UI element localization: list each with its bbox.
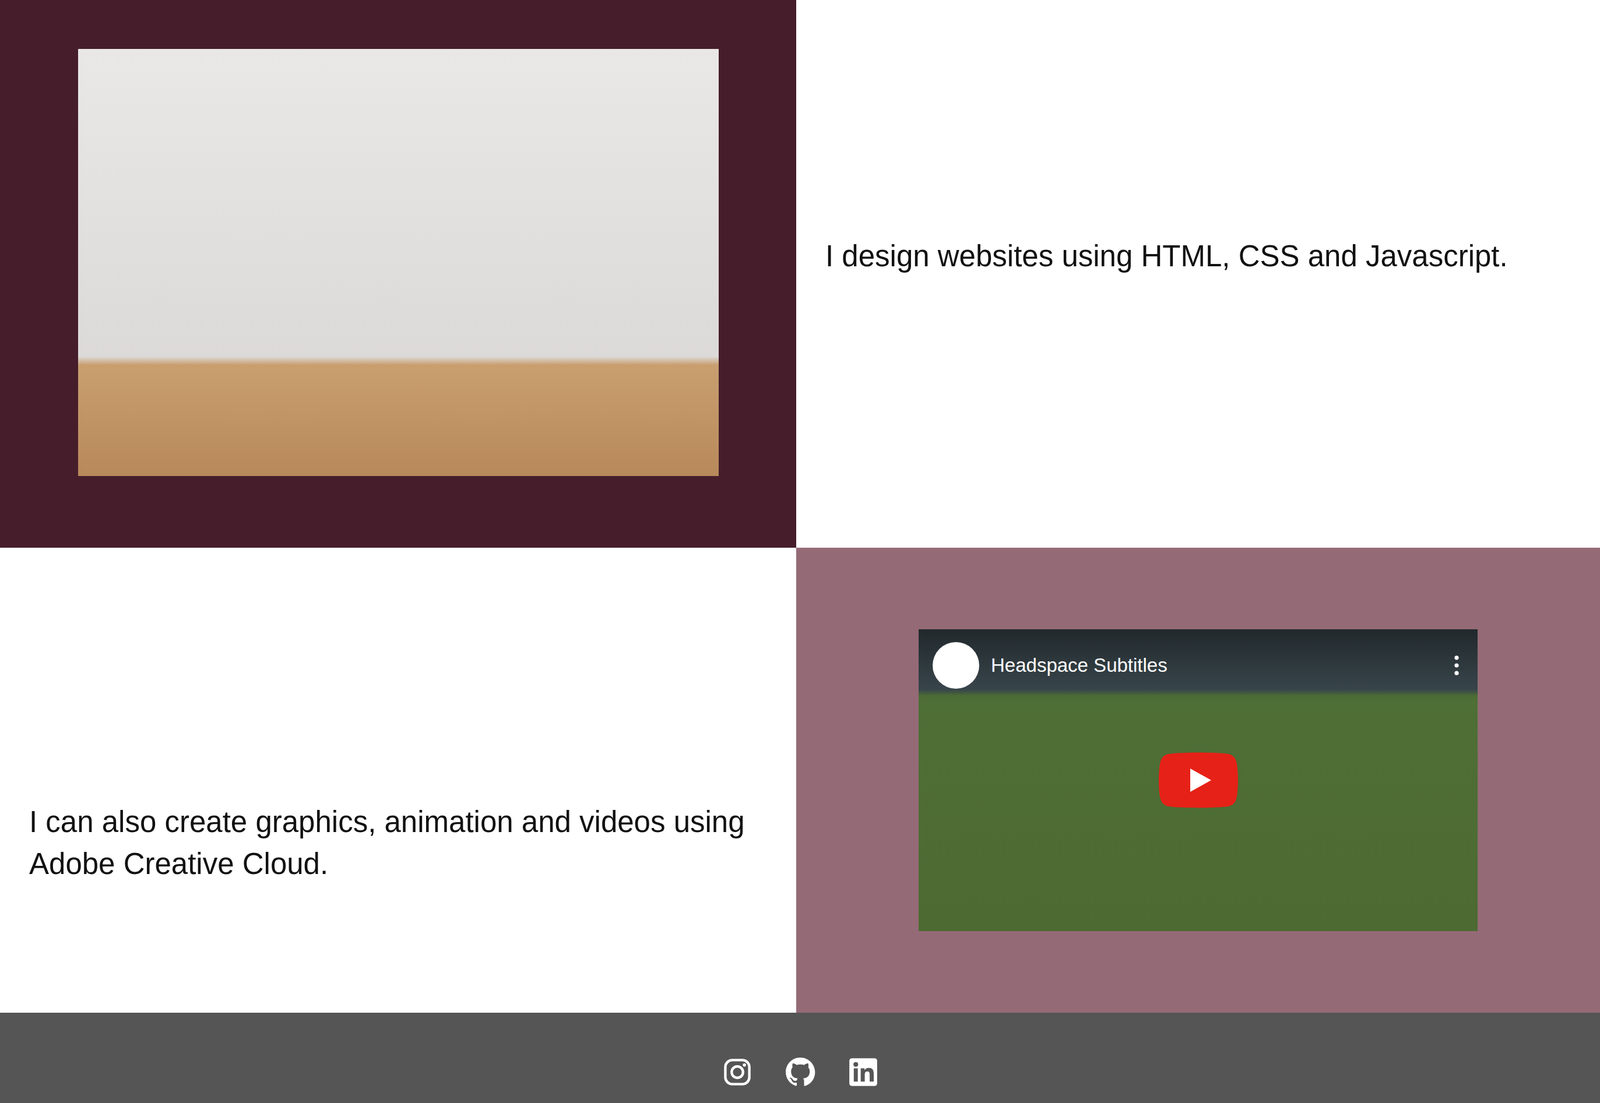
instagram-icon[interactable]	[722, 1057, 753, 1088]
linkedin-icon[interactable]	[848, 1057, 879, 1088]
video-player[interactable]: Headspace Subtitles	[918, 629, 1478, 932]
github-icon[interactable]	[785, 1057, 816, 1088]
web-design-text-panel: I design websites using HTML, CSS and Ja…	[796, 0, 1600, 548]
video-title[interactable]: Headspace Subtitles	[990, 654, 1442, 677]
graphics-text-panel: I can also create graphics, animation an…	[0, 547, 797, 1014]
web-design-section: I design websites using HTML, CSS and Ja…	[0, 0, 1600, 548]
more-menu-icon[interactable]	[1453, 655, 1461, 677]
portfolio-page: I design websites using HTML, CSS and Ja…	[0, 0, 1600, 1103]
video-header: Headspace Subtitles	[918, 629, 1478, 702]
footer	[0, 1013, 1600, 1103]
play-button-icon[interactable]	[1158, 752, 1239, 809]
video-panel: Headspace Subtitles	[796, 547, 1600, 1014]
desk-photo	[78, 48, 719, 477]
web-design-text: I design websites using HTML, CSS and Ja…	[825, 235, 1508, 277]
graphics-text: I can also create graphics, animation an…	[29, 801, 762, 885]
graphics-section: I can also create graphics, animation an…	[0, 547, 1600, 1014]
photo-panel	[0, 0, 797, 548]
channel-avatar-icon[interactable]	[932, 642, 980, 689]
